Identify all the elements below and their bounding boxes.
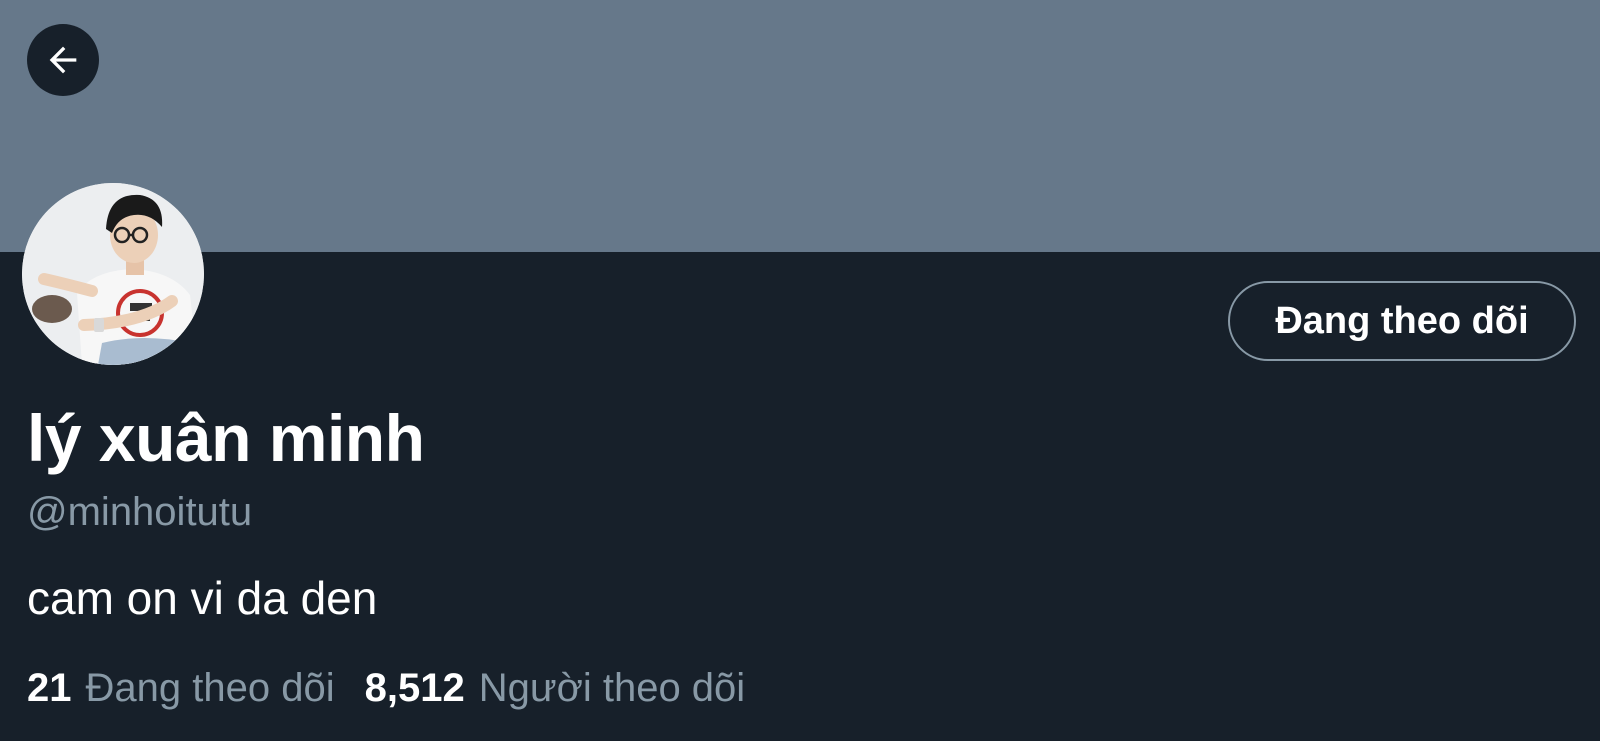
avatar-photo [22, 183, 204, 365]
username-handle: @minhoitutu [27, 490, 253, 534]
arrow-left-icon [49, 46, 77, 74]
follow-stats: 21 Đang theo dõi 8,512 Người theo dõi [27, 666, 775, 711]
following-stat[interactable]: 21 Đang theo dõi [27, 666, 335, 711]
following-button[interactable]: Đang theo dõi [1228, 281, 1576, 361]
following-label: Đang theo dõi [85, 666, 335, 710]
profile-bio: cam on vi da den [27, 572, 378, 624]
profile-screen: Đang theo dõi lý xuân minh @minhoitutu c… [0, 0, 1600, 741]
display-name: lý xuân minh [27, 401, 425, 475]
followers-label: Người theo dõi [478, 666, 746, 710]
following-count: 21 [27, 666, 72, 710]
followers-stat[interactable]: 8,512 Người theo dõi [365, 666, 746, 711]
followers-count: 8,512 [364, 666, 465, 710]
back-button[interactable] [27, 24, 99, 96]
profile-banner [0, 0, 1600, 252]
avatar[interactable] [22, 183, 204, 365]
